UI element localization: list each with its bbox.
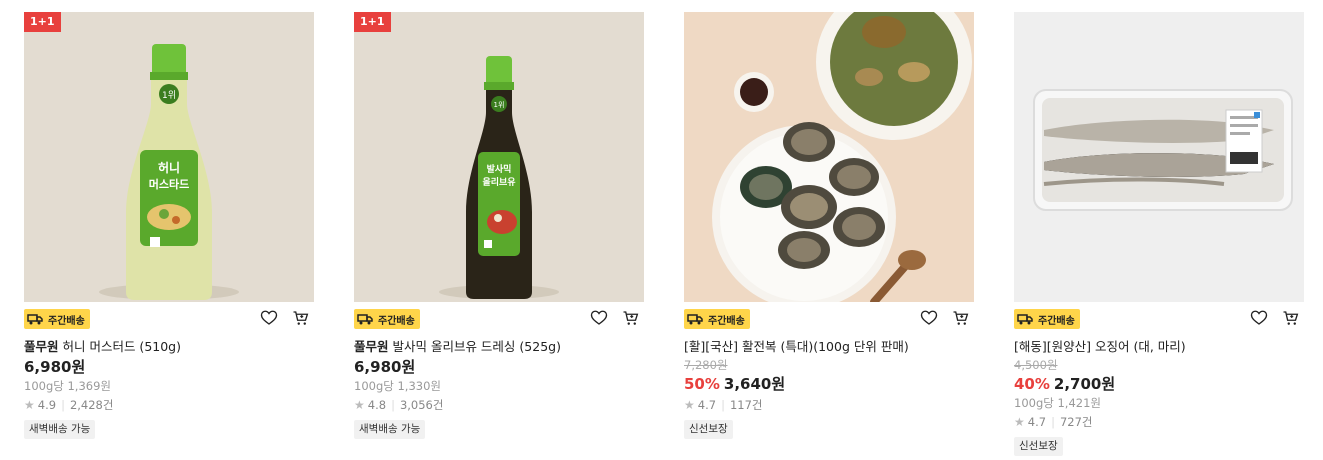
price: 6,980원: [24, 358, 86, 376]
product-image[interactable]: 1위 발사믹 올리브유 1+1: [354, 12, 644, 302]
rating-row: ★ 4.8 | 3,056건: [354, 398, 644, 413]
brand-name: 풀무원: [24, 339, 59, 354]
product-title: 허니 머스터드 (510g): [58, 339, 181, 354]
svg-text:올리브유: 올리브유: [482, 176, 515, 188]
rating-value: 4.7: [1027, 415, 1047, 429]
brand-name: 풀무원: [354, 339, 389, 354]
freshness-guarantee-tag: 신선보장: [1014, 437, 1063, 456]
cart-icon[interactable]: [622, 309, 640, 327]
unit-price: 100g당 1,421원: [1014, 396, 1101, 410]
product-name[interactable]: 풀무원 발사믹 올리브유 드레싱 (525g): [354, 339, 644, 355]
svg-text:발사믹: 발사믹: [487, 163, 512, 175]
svg-text:1위: 1위: [494, 101, 505, 109]
product-card[interactable]: 1위 발사믹 올리브유 1+1 주간배송 풀무원 발사믹 올리브유 드레싱 (5…: [354, 12, 644, 439]
product-name[interactable]: 풀무원 허니 머스터드 (510g): [24, 339, 314, 355]
review-count: 3,056건: [399, 398, 444, 412]
review-count: 727건: [1059, 415, 1093, 429]
svg-text:허니: 허니: [158, 160, 180, 175]
svg-text:1위: 1위: [162, 90, 176, 101]
unit-price: 100g당 1,369원: [24, 379, 111, 393]
heart-icon[interactable]: [590, 309, 608, 327]
product-grid: 1위 허니 머스타드 1+1 주간배송 풀무원 허니 머스터드 (510g) 6…: [0, 0, 1323, 460]
rating-row: ★ 4.9 | 2,428건: [24, 398, 314, 413]
price: 2,700원: [1053, 375, 1116, 393]
rating-value: 4.9: [37, 398, 57, 412]
dawn-delivery-tag: 새벽배송 가능: [24, 420, 96, 439]
svg-text:머스타드: 머스타드: [149, 177, 189, 191]
divider: |: [61, 398, 65, 412]
product-card[interactable]: 주간배송 [해동][원양산] 오징어 (대, 마리) 4,500원 40% 2,7…: [1014, 12, 1304, 456]
star-icon: ★: [1014, 415, 1025, 429]
product-title: 발사믹 올리브유 드레싱 (525g): [388, 339, 561, 354]
squid-tray-image: [1014, 12, 1304, 302]
weekly-delivery-badge: 주간배송: [1014, 309, 1080, 329]
product-image[interactable]: 1위 허니 머스타드 1+1: [24, 12, 314, 302]
delivery-badge-label: 주간배송: [378, 315, 415, 327]
star-icon: ★: [684, 398, 695, 412]
divider: |: [391, 398, 395, 412]
rating-row: ★ 4.7 | 727건: [1014, 415, 1304, 430]
unit-price: 100g당 1,330원: [354, 379, 441, 393]
cart-icon[interactable]: [952, 309, 970, 327]
dawn-delivery-tag: 새벽배송 가능: [354, 420, 426, 439]
original-price: 7,280원: [684, 358, 728, 372]
heart-icon[interactable]: [1250, 309, 1268, 327]
honey-mustard-bottle-image: 1위 허니 머스타드: [24, 12, 314, 302]
heart-icon[interactable]: [260, 309, 278, 327]
weekly-delivery-badge: 주간배송: [24, 309, 90, 329]
truck-icon: [1017, 313, 1033, 325]
product-name[interactable]: [활][국산] 활전복 (특대)(100g 단위 판매): [684, 339, 974, 355]
product-card[interactable]: 1위 허니 머스타드 1+1 주간배송 풀무원 허니 머스터드 (510g) 6…: [24, 12, 314, 439]
star-icon: ★: [24, 398, 35, 412]
truck-icon: [357, 313, 373, 325]
discount-rate: 40%: [1014, 375, 1050, 393]
rating-value: 4.8: [367, 398, 387, 412]
original-price: 4,500원: [1014, 358, 1058, 372]
truck-icon: [687, 313, 703, 325]
review-count: 2,428건: [69, 398, 114, 412]
heart-icon[interactable]: [920, 309, 938, 327]
price: 6,980원: [354, 358, 416, 376]
rating-row: ★ 4.7 | 117건: [684, 398, 974, 413]
weekly-delivery-badge: 주간배송: [354, 309, 420, 329]
truck-icon: [27, 313, 43, 325]
weekly-delivery-badge: 주간배송: [684, 309, 750, 329]
price-row: 50% 3,640원: [684, 374, 974, 394]
price-row: 40% 2,700원: [1014, 374, 1304, 394]
review-count: 117건: [729, 398, 763, 412]
cart-icon[interactable]: [1282, 309, 1300, 327]
rating-value: 4.7: [697, 398, 717, 412]
price-row: 6,980원: [354, 357, 644, 377]
product-image[interactable]: [1014, 12, 1304, 302]
product-name[interactable]: [해동][원양산] 오징어 (대, 마리): [1014, 339, 1304, 355]
product-title: [해동][원양산] 오징어 (대, 마리): [1014, 339, 1186, 354]
product-card[interactable]: 주간배송 [활][국산] 활전복 (특대)(100g 단위 판매) 7,280원…: [684, 12, 974, 439]
star-icon: ★: [354, 398, 365, 412]
promo-badge: 1+1: [24, 12, 61, 32]
divider: |: [721, 398, 725, 412]
cart-icon[interactable]: [292, 309, 310, 327]
product-title: [활][국산] 활전복 (특대)(100g 단위 판매): [684, 339, 909, 354]
balsamic-dressing-bottle-image: 1위 발사믹 올리브유: [354, 12, 644, 302]
delivery-badge-label: 주간배송: [48, 315, 85, 327]
freshness-guarantee-tag: 신선보장: [684, 420, 733, 439]
abalone-dish-image: [684, 12, 974, 302]
delivery-badge-label: 주간배송: [1038, 315, 1075, 327]
promo-badge: 1+1: [354, 12, 391, 32]
product-image[interactable]: [684, 12, 974, 302]
divider: |: [1051, 415, 1055, 429]
delivery-badge-label: 주간배송: [708, 315, 745, 327]
price-row: 6,980원: [24, 357, 314, 377]
price: 3,640원: [723, 375, 786, 393]
discount-rate: 50%: [684, 375, 720, 393]
